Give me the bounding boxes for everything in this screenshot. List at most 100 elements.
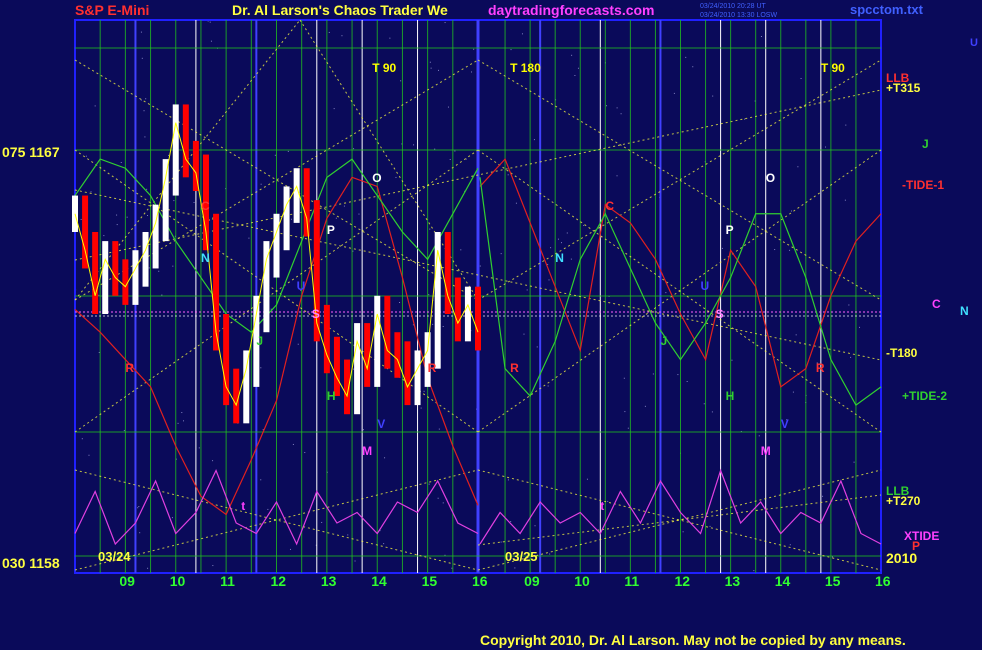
star-dot — [90, 191, 92, 193]
right-label: -TIDE-1 — [902, 178, 944, 192]
star-dot — [139, 532, 141, 534]
star-dot — [328, 31, 330, 33]
star-dot — [146, 188, 148, 190]
star-dot — [848, 304, 850, 306]
time-marker: T 180 — [510, 61, 541, 75]
x-tick-label: 10 — [170, 573, 186, 589]
star-dot — [760, 36, 762, 38]
star-dot — [507, 174, 509, 176]
star-dot — [363, 429, 365, 431]
price-bar — [454, 277, 461, 342]
corner-mark: U — [970, 37, 978, 49]
price-bar — [273, 213, 280, 278]
star-dot — [289, 548, 291, 550]
star-dot — [449, 158, 451, 160]
star-dot — [260, 183, 262, 185]
star-dot — [692, 66, 694, 68]
website-link[interactable]: daytradingforecasts.com — [488, 2, 655, 18]
x-tick-label: 16 — [472, 573, 488, 589]
star-dot — [533, 139, 535, 141]
star-dot — [753, 570, 755, 572]
price-bar — [92, 232, 99, 314]
star-dot — [510, 521, 512, 523]
planet-marker: t — [600, 499, 604, 513]
star-dot — [479, 265, 481, 267]
star-dot — [210, 40, 212, 42]
star-dot — [460, 249, 462, 251]
star-dot — [571, 54, 573, 56]
planet-marker: V — [781, 417, 789, 431]
star-dot — [395, 176, 397, 178]
star-dot — [454, 150, 456, 152]
star-dot — [354, 560, 356, 562]
star-dot — [212, 565, 214, 567]
price-bar — [243, 350, 250, 424]
star-dot — [248, 237, 250, 239]
star-dot — [429, 228, 431, 230]
star-dot — [774, 249, 776, 251]
star-dot — [547, 385, 549, 387]
star-dot — [383, 543, 385, 545]
star-dot — [574, 74, 576, 76]
star-dot — [686, 381, 688, 383]
star-dot — [620, 113, 622, 115]
star-dot — [341, 35, 343, 37]
planet-marker: P — [726, 223, 734, 237]
star-dot — [566, 232, 568, 234]
star-dot — [514, 567, 516, 569]
star-dot — [148, 267, 150, 269]
star-dot — [343, 205, 345, 207]
star-dot — [212, 460, 214, 462]
star-dot — [534, 525, 536, 527]
star-dot — [673, 92, 675, 94]
star-dot — [141, 57, 143, 59]
planet-marker: R — [428, 361, 437, 375]
star-dot — [682, 531, 684, 533]
symbol-title: S&P E-Mini — [75, 2, 149, 18]
star-dot — [260, 479, 262, 481]
star-dot — [430, 67, 432, 69]
star-dot — [510, 49, 512, 51]
star-dot — [399, 302, 401, 304]
star-dot — [428, 483, 430, 485]
star-dot — [428, 294, 430, 296]
star-dot — [548, 279, 550, 281]
star-dot — [442, 326, 444, 328]
star-dot — [287, 150, 289, 152]
x-tick-label: 15 — [422, 573, 438, 589]
planet-marker: S — [312, 307, 320, 321]
star-dot — [758, 435, 760, 437]
time-marker: T 90 — [372, 61, 396, 75]
price-bar — [112, 241, 119, 296]
star-dot — [347, 534, 349, 536]
planet-marker: C — [605, 199, 614, 213]
star-dot — [413, 144, 415, 146]
star-dot — [420, 407, 422, 409]
x-tick-label: 09 — [119, 573, 135, 589]
planet-marker: R — [125, 361, 134, 375]
star-dot — [845, 124, 847, 126]
star-dot — [500, 541, 502, 543]
star-dot — [304, 452, 306, 454]
star-dot — [267, 508, 269, 510]
star-dot — [335, 217, 337, 219]
planet-marker: P — [327, 223, 335, 237]
star-dot — [451, 567, 453, 569]
star-dot — [444, 22, 446, 24]
star-dot — [94, 105, 96, 107]
price-bar — [333, 336, 340, 396]
price-bar — [464, 286, 471, 342]
x-tick-label: 14 — [371, 573, 387, 589]
star-dot — [147, 215, 149, 217]
star-dot — [623, 377, 625, 379]
star-dot — [515, 202, 517, 204]
star-dot — [384, 457, 386, 459]
star-dot — [432, 323, 434, 325]
star-dot — [473, 48, 475, 50]
star-dot — [98, 352, 100, 354]
star-dot — [116, 224, 118, 226]
right-label: J — [922, 137, 929, 151]
star-dot — [790, 210, 792, 212]
star-dot — [616, 175, 618, 177]
star-dot — [171, 517, 173, 519]
